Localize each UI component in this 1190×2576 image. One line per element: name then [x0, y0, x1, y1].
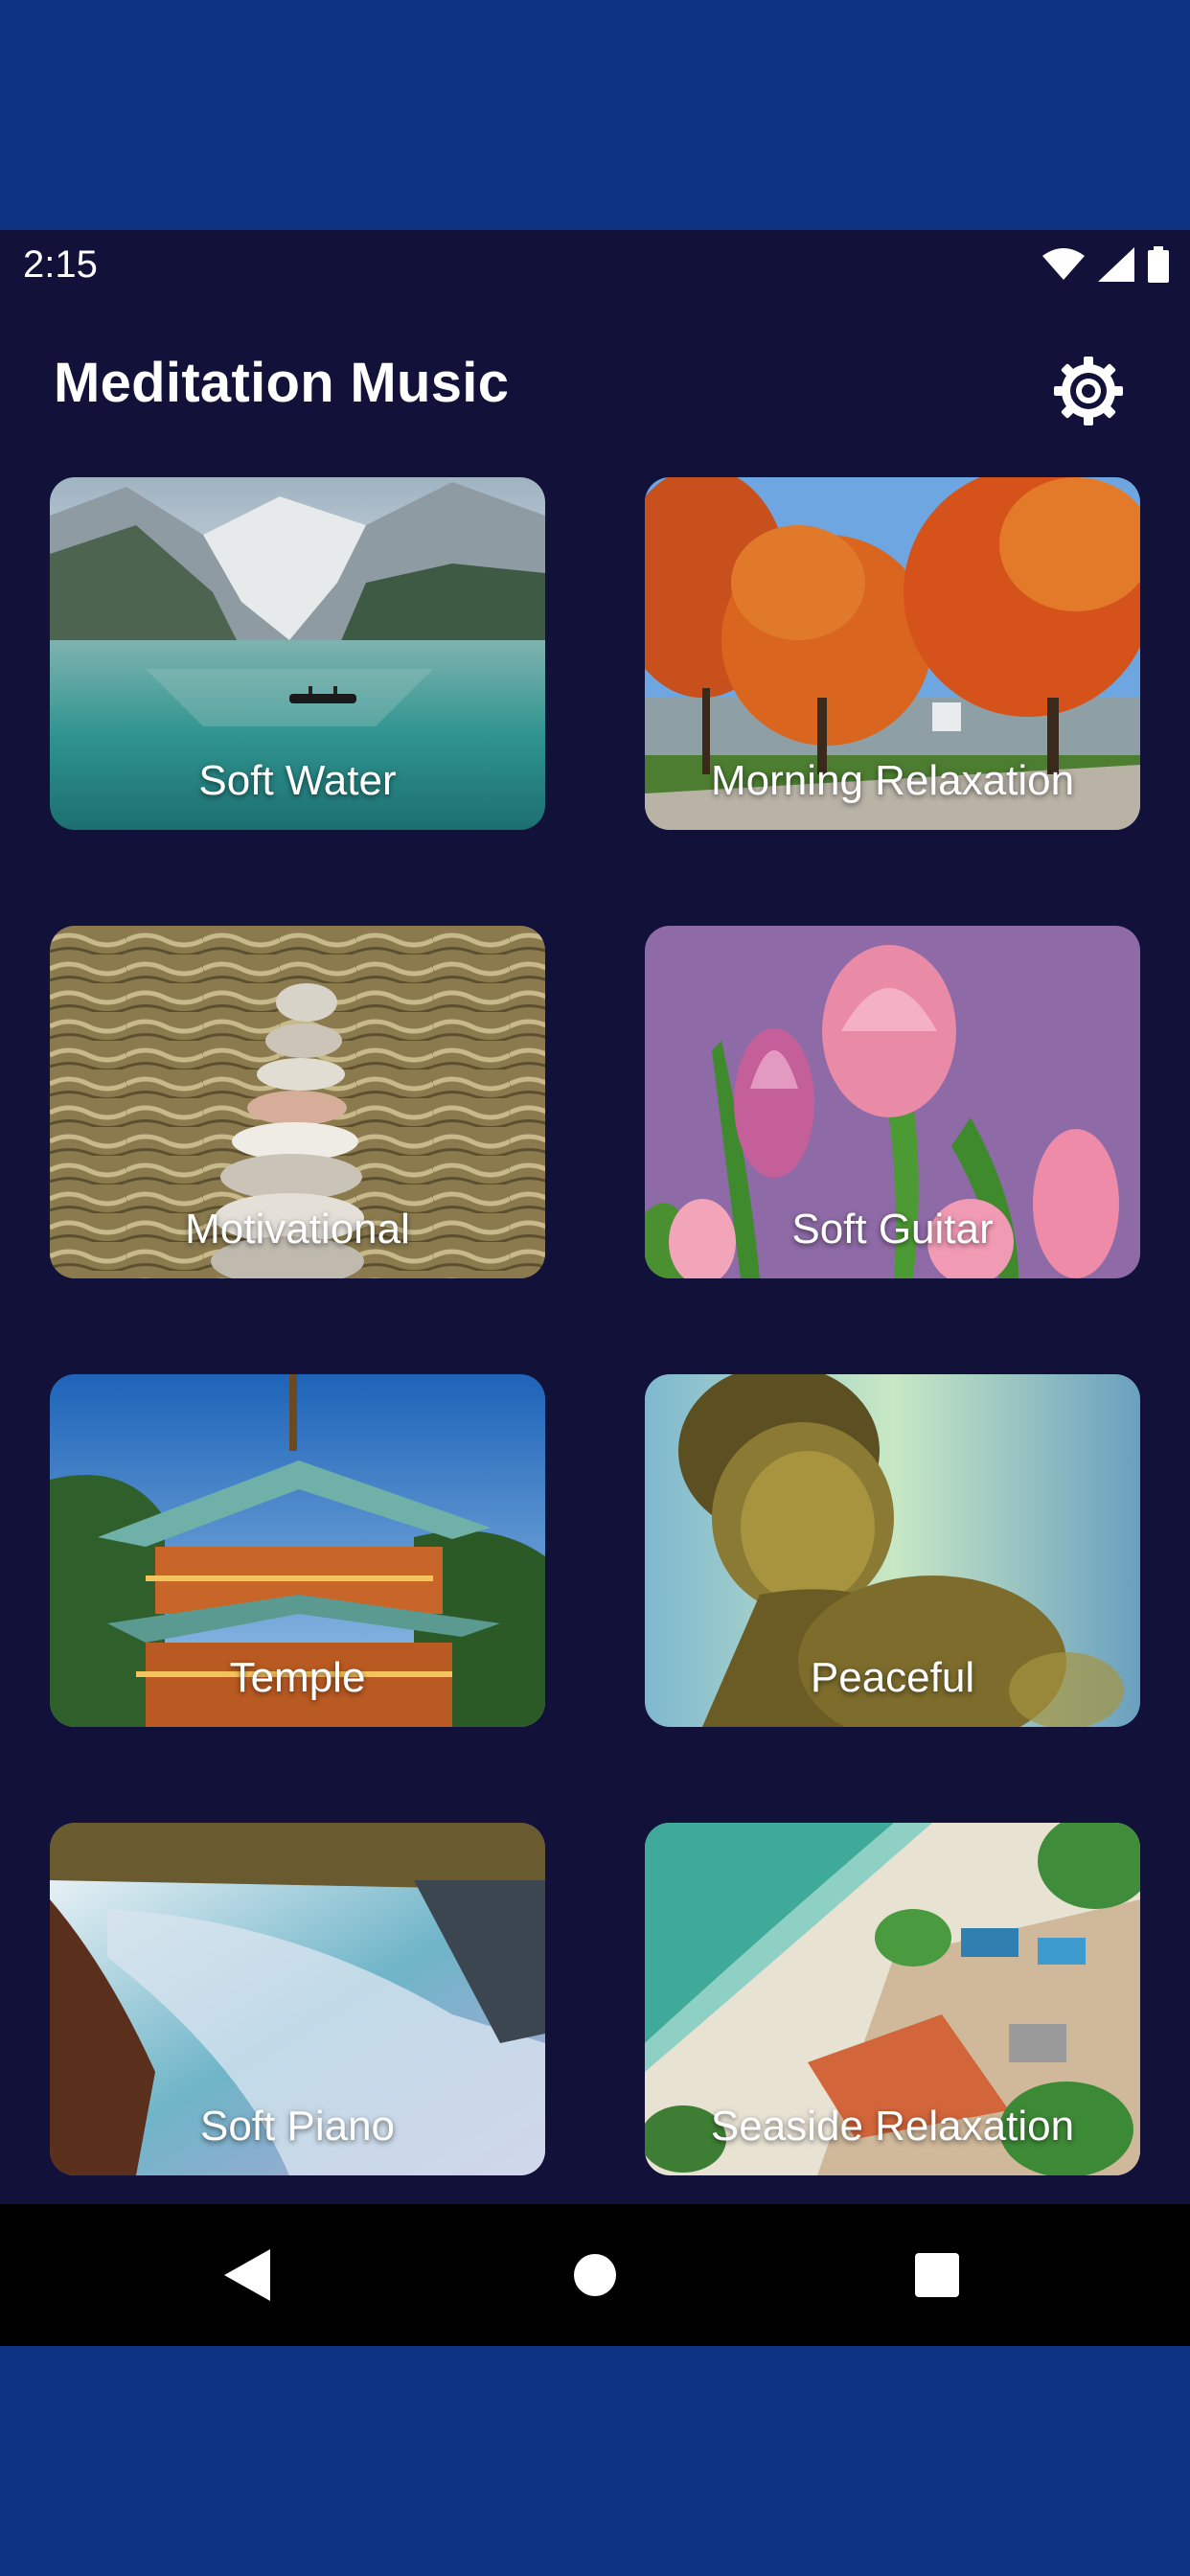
page-title: Meditation Music: [54, 352, 510, 414]
card-soft-piano[interactable]: Soft Piano: [50, 1823, 545, 2175]
recents-square-icon: [915, 2253, 959, 2297]
system-nav-bar: [0, 2204, 1190, 2346]
status-time: 2:15: [23, 243, 98, 286]
gear-icon: [1054, 356, 1123, 426]
battery-icon: [1148, 246, 1169, 283]
status-bar: 2:15: [0, 230, 1190, 299]
card-label: Motivational: [185, 1206, 410, 1253]
recents-button[interactable]: [899, 2237, 975, 2313]
card-soft-guitar[interactable]: Soft Guitar: [645, 926, 1140, 1278]
device-frame: 2:15 Meditation Music Soft Water Morning…: [0, 0, 1190, 2576]
card-seaside-relaxation[interactable]: Seaside Relaxation: [645, 1823, 1140, 2175]
home-circle-icon: [574, 2254, 616, 2296]
card-label: Seaside Relaxation: [710, 2103, 1075, 2150]
card-label: Morning Relaxation: [710, 757, 1075, 804]
home-button[interactable]: [557, 2237, 633, 2313]
card-peaceful[interactable]: Peaceful: [645, 1374, 1140, 1727]
app-screen: 2:15 Meditation Music Soft Water Morning…: [0, 230, 1190, 2346]
card-label: Soft Guitar: [791, 1206, 994, 1253]
card-morning-relaxation[interactable]: Morning Relaxation: [645, 477, 1140, 830]
card-label: Temple: [229, 1654, 366, 1701]
card-soft-water[interactable]: Soft Water: [50, 477, 545, 830]
card-label: Soft Piano: [199, 2103, 396, 2150]
card-temple[interactable]: Temple: [50, 1374, 545, 1727]
back-button[interactable]: [209, 2237, 286, 2313]
settings-button[interactable]: [1044, 347, 1133, 435]
wifi-icon: [1042, 248, 1085, 280]
card-label: Soft Water: [198, 757, 397, 804]
card-motivational[interactable]: Motivational: [50, 926, 545, 1278]
card-label: Peaceful: [810, 1654, 975, 1701]
app-bar: Meditation Music: [0, 307, 1190, 450]
signal-icon: [1098, 247, 1134, 282]
back-triangle-icon: [224, 2249, 270, 2301]
status-icons: [1042, 245, 1169, 284]
